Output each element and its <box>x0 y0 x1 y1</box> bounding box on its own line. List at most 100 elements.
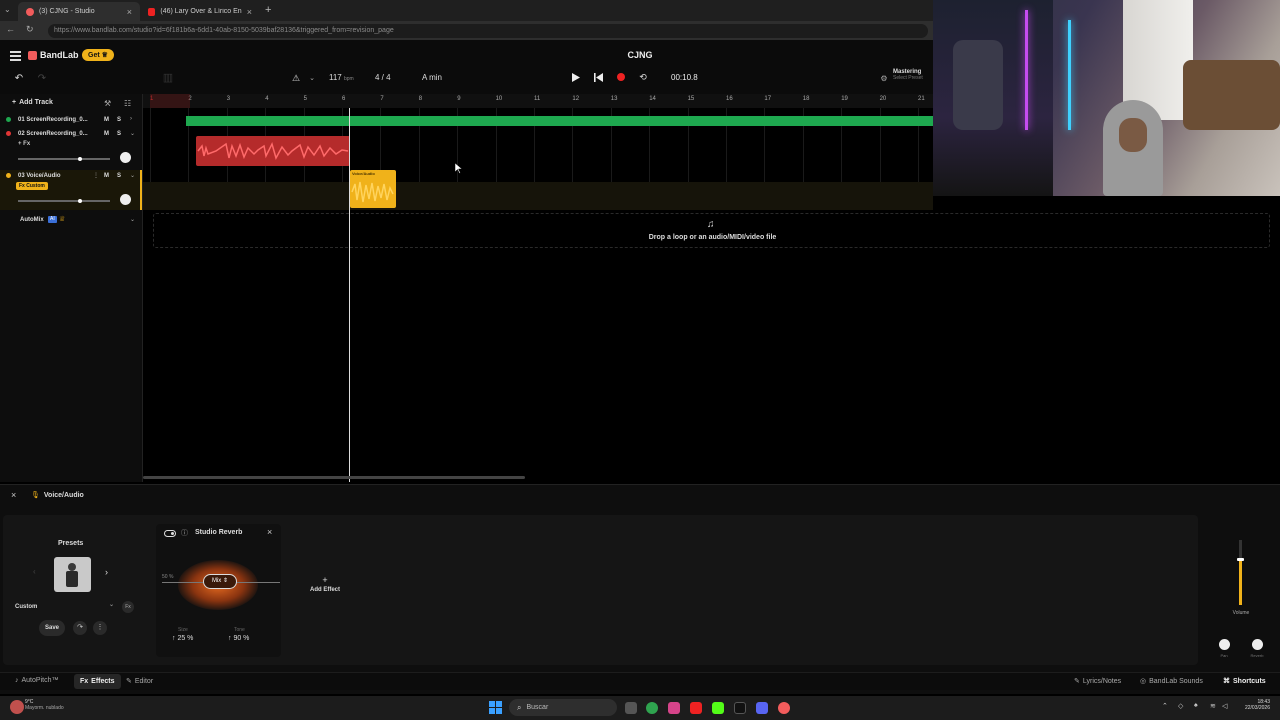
tray-app-icon[interactable]: ◇ <box>1178 702 1183 710</box>
editor-tab[interactable]: ✎ Editor <box>126 677 153 686</box>
play-button[interactable] <box>570 71 582 83</box>
info-icon[interactable]: ⓘ <box>181 528 188 538</box>
volume-icon[interactable]: ◁ <box>1222 702 1227 710</box>
chevron-down-icon[interactable]: ⌄ <box>307 73 317 83</box>
redo-icon[interactable]: ↷ <box>35 72 49 84</box>
chrome-icon[interactable] <box>646 702 658 714</box>
audio-region-track-1[interactable] <box>186 116 933 126</box>
chevron-left-icon[interactable]: ‹ <box>33 567 36 576</box>
mute-button[interactable]: M <box>104 173 109 179</box>
instagram-icon[interactable] <box>668 702 680 714</box>
pan-knob[interactable] <box>1219 639 1230 650</box>
playhead[interactable] <box>349 108 350 482</box>
tone-value[interactable]: ↑ 90 % <box>228 635 249 642</box>
mix-knob[interactable]: Mix ⇕ <box>203 574 237 589</box>
fx-icon[interactable]: Fx <box>122 601 134 613</box>
effect-toggle[interactable] <box>164 530 176 537</box>
pan-knob[interactable] <box>120 152 131 163</box>
chevron-right-icon[interactable]: › <box>105 567 108 577</box>
key-selector[interactable]: A min <box>422 73 442 82</box>
volume-fader-thumb[interactable] <box>78 157 82 161</box>
autopitch-tab[interactable]: ♪ AutoPitch™ <box>15 677 58 684</box>
add-track-button[interactable]: + Add Track <box>12 99 53 106</box>
task-view-icon[interactable] <box>625 702 637 714</box>
volume-thumb[interactable] <box>1237 557 1244 561</box>
track-row-1[interactable]: 01 ScreenRecording_0... M S › <box>0 114 142 126</box>
record-button[interactable] <box>615 71 627 83</box>
bpm-field[interactable]: 117 bpm <box>329 73 354 82</box>
reverb-knob[interactable] <box>1252 639 1263 650</box>
preset-select[interactable]: Custom ⌄ <box>11 601 114 613</box>
weather-widget[interactable]: 9°C Mayorm. nublado <box>25 699 64 711</box>
mastering-button[interactable]: Mastering Select Preset <box>893 69 923 81</box>
drop-zone[interactable]: ♫ Drop a loop or an audio/MIDI/video fil… <box>153 213 1270 248</box>
new-tab-icon[interactable]: + <box>265 4 271 16</box>
youtube-icon[interactable] <box>690 702 702 714</box>
undo-icon[interactable]: ↶ <box>12 72 26 84</box>
fx-custom-badge[interactable]: Fx Custom <box>16 182 48 190</box>
chevron-down-icon[interactable]: ⌄ <box>130 172 135 179</box>
timeline-ruler[interactable]: 1 2 3 4 5 6 7 8 9 10 11 12 13 14 15 16 17 18 19 20 21 <box>143 94 933 108</box>
chevron-down-icon[interactable]: ⌄ <box>130 130 135 137</box>
horizontal-scrollbar[interactable] <box>143 476 525 479</box>
track-row-2[interactable]: 02 ScreenRecording_0... M S ⌄ + Fx <box>0 128 142 168</box>
track-row-3[interactable]: 03 Voice/Audio ⋮ M S ⌄ Fx Custom <box>0 170 142 210</box>
windows-start-icon[interactable] <box>489 701 502 714</box>
kick-icon[interactable] <box>712 702 724 714</box>
audio-region-voice[interactable]: Voice/Audio <box>350 170 396 208</box>
tab-youtube[interactable]: (46) Lary Over & Lírico En la Casa × <box>140 2 260 21</box>
master-volume-fader[interactable] <box>1237 540 1244 605</box>
hamburger-menu-icon[interactable] <box>10 51 21 61</box>
tray-app-icon[interactable]: ♠ <box>1194 702 1198 709</box>
size-value[interactable]: ↑ 25 % <box>172 635 193 642</box>
rewind-button[interactable] <box>592 71 604 83</box>
discord-icon[interactable] <box>756 702 768 714</box>
mastering-icon[interactable]: ⚙ <box>878 72 890 84</box>
loop-button[interactable]: ⟲ <box>637 71 649 83</box>
time-signature[interactable]: 4 / 4 <box>375 73 391 82</box>
more-options-icon[interactable]: ⋮ <box>93 621 107 635</box>
effects-tab[interactable]: Fx Effects <box>74 674 121 689</box>
remove-effect-icon[interactable]: × <box>267 527 272 537</box>
share-icon[interactable]: ↷ <box>73 621 87 635</box>
bandlab-sounds-button[interactable]: ◎ BandLab Sounds <box>1140 677 1203 686</box>
pan-knob[interactable] <box>120 194 131 205</box>
loop-region[interactable] <box>150 94 190 108</box>
wand-icon[interactable]: ⚒ <box>104 99 111 108</box>
back-icon[interactable]: ← <box>6 24 15 34</box>
tray-chevron-icon[interactable]: ⌃ <box>1162 702 1168 710</box>
automix-row[interactable]: AutoMix AI ♕ ⌄ <box>0 214 142 226</box>
tab-menu-icon[interactable]: ⌄ <box>4 5 11 14</box>
close-tab-icon[interactable]: × <box>127 7 132 17</box>
chevron-down-icon[interactable]: ⌄ <box>130 216 135 223</box>
preset-thumbnail[interactable] <box>54 557 91 592</box>
weather-icon[interactable] <box>10 700 24 714</box>
add-fx-button[interactable]: + Fx <box>18 141 30 147</box>
solo-button[interactable]: S <box>117 173 121 179</box>
bandlab-logo[interactable]: BandLab <box>28 50 79 60</box>
save-preset-button[interactable]: Save <box>39 620 65 636</box>
bandlab-app-icon[interactable] <box>778 702 790 714</box>
reload-icon[interactable]: ↻ <box>26 24 34 35</box>
taskbar-search[interactable]: ⌕ Buscar <box>509 699 617 716</box>
project-title[interactable]: CJNG <box>600 50 680 60</box>
shortcuts-button[interactable]: ⌘ Shortcuts <box>1223 677 1266 686</box>
volume-fader-thumb[interactable] <box>78 199 82 203</box>
mute-button[interactable]: M <box>104 131 109 137</box>
add-effect-button[interactable]: + Add Effect <box>303 575 347 593</box>
chevron-right-icon[interactable]: › <box>130 116 132 122</box>
close-panel-icon[interactable]: × <box>11 490 16 500</box>
clock[interactable]: 18:43 22/03/2026 <box>1238 699 1270 711</box>
volume-fader[interactable] <box>18 158 110 160</box>
url-field[interactable]: https://www.bandlab.com/studio?id=6f181b… <box>48 24 928 38</box>
more-options-icon[interactable]: ⋮ <box>93 172 99 179</box>
solo-button[interactable]: S <box>117 131 121 137</box>
close-tab-icon[interactable]: × <box>247 7 252 17</box>
audio-region-track-2[interactable] <box>196 136 350 166</box>
mute-button[interactable]: M <box>104 117 109 123</box>
metronome-icon[interactable]: ⚠ <box>290 72 302 84</box>
volume-fader[interactable] <box>18 200 110 202</box>
lyrics-notes-button[interactable]: ✎ Lyrics/Notes <box>1074 677 1121 686</box>
solo-button[interactable]: S <box>117 117 121 123</box>
get-membership-button[interactable]: Get ♕ <box>82 49 114 61</box>
